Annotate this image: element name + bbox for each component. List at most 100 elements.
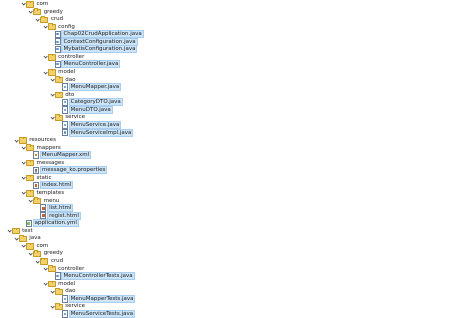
tree-file[interactable]: index.html [28, 181, 74, 190]
tree-item-label: com [36, 242, 49, 249]
tree-file[interactable]: MenuMapper.java [57, 83, 122, 92]
tree-item-label: dao [65, 76, 76, 83]
folder-icon [18, 136, 27, 144]
folder-icon [47, 280, 56, 288]
tree-item-label: menu [43, 197, 60, 204]
tree-file[interactable]: application.yml [21, 219, 79, 228]
folder-icon [11, 227, 20, 235]
tree-file[interactable]: MenuServiceImpl.java [57, 128, 134, 137]
tree-folder[interactable]: com [21, 0, 49, 8]
tree-folder[interactable]: dao [50, 287, 77, 295]
tree-folder[interactable]: controller [43, 265, 86, 273]
tree-folder[interactable]: greedy [28, 250, 64, 258]
tree-folder[interactable]: messages [21, 159, 65, 167]
expand-toggle-icon[interactable] [14, 235, 19, 242]
tree-folder[interactable]: crud [35, 257, 64, 265]
tree-file[interactable]: Chap02CrudApplication.java [50, 30, 144, 39]
tree-item-label: list.html [47, 204, 74, 213]
tree-folder[interactable]: static [21, 174, 53, 182]
tree-folder[interactable]: dao [50, 76, 77, 84]
java-file-icon [61, 128, 69, 137]
tree-item-label: controller [58, 53, 85, 60]
tree-file[interactable]: MenuMapperTests.java [57, 294, 136, 303]
tree-folder[interactable]: service [50, 114, 86, 122]
tree-file[interactable]: ContextConfiguration.java [50, 37, 138, 46]
tree-item-label: MenuDTO.java [68, 105, 113, 114]
expand-toggle-icon[interactable] [50, 76, 55, 83]
tree-folder[interactable]: dto [50, 91, 76, 99]
folder-icon [25, 242, 34, 250]
tree-folder[interactable]: com [21, 242, 49, 250]
tree-folder[interactable]: model [43, 68, 77, 76]
expand-toggle-icon[interactable] [43, 280, 48, 287]
expand-toggle-icon[interactable] [43, 23, 48, 30]
tree-folder[interactable]: controller [43, 53, 86, 61]
folder-icon [54, 114, 63, 121]
expand-toggle-icon[interactable] [50, 114, 55, 121]
folder-icon [40, 257, 49, 265]
expand-toggle-icon[interactable] [43, 53, 48, 60]
expand-toggle-icon[interactable] [50, 91, 55, 98]
tree-folder[interactable]: templates [21, 189, 65, 197]
tree-folder[interactable]: test [7, 227, 34, 235]
folder-icon [47, 53, 56, 61]
tree-folder[interactable]: model [43, 280, 77, 288]
tree-file[interactable]: MenuControllerTests.java [50, 272, 135, 281]
java-file-icon [54, 45, 61, 54]
java-file-icon [54, 38, 61, 46]
tree-item-label: MenuControllerTests.java [61, 272, 135, 281]
tree-folder[interactable]: config [43, 23, 76, 31]
tree-file[interactable]: MenuDTO.java [57, 105, 113, 114]
java-file-icon [61, 121, 69, 129]
tree-file[interactable]: MenuController.java [50, 60, 121, 69]
tree-file[interactable]: list.html [35, 204, 74, 213]
tree-folder[interactable]: crud [35, 15, 64, 23]
folder-icon [33, 197, 42, 205]
tree-item-label: crud [50, 16, 64, 23]
folder-icon [25, 144, 34, 152]
tree-item-label: MenuServiceTests.java [68, 309, 136, 318]
folder-icon [47, 23, 56, 31]
tree-item-label: MenuMapper.java [68, 83, 122, 92]
properties-file-icon [33, 166, 40, 174]
folder-icon [54, 76, 63, 84]
tree-folder[interactable]: java [14, 235, 42, 243]
tree-file[interactable]: MenuServiceTests.java [57, 309, 136, 318]
expand-toggle-icon[interactable] [43, 69, 48, 76]
tree-file[interactable]: regist.html [35, 211, 81, 220]
expand-toggle-icon[interactable] [43, 265, 48, 272]
tree-file[interactable]: MenuMapper.xml [28, 151, 92, 160]
expand-toggle-icon[interactable] [7, 227, 12, 234]
expand-toggle-icon[interactable] [50, 303, 55, 310]
xml-file-icon [33, 151, 40, 159]
tree-folder[interactable]: mappers [21, 144, 62, 152]
folder-icon [25, 0, 34, 8]
java-file-icon [54, 272, 61, 280]
folder-icon [40, 15, 49, 23]
java-file-icon [61, 310, 69, 318]
tree-folder[interactable]: resources [14, 136, 57, 144]
tree-file[interactable]: CategoryDTO.java [57, 98, 123, 107]
yaml-file-icon [25, 219, 33, 227]
html-file-icon [40, 204, 47, 212]
tree-folder[interactable]: service [50, 303, 86, 311]
expand-toggle-icon[interactable] [14, 137, 19, 144]
tree-file[interactable]: MybatisConfiguration.java [50, 45, 138, 54]
tree-folder[interactable]: greedy [28, 8, 64, 16]
tree-item-label: com [36, 0, 49, 7]
expand-toggle-icon[interactable] [50, 288, 55, 295]
folder-icon [54, 91, 63, 99]
tree-item-label: service [65, 303, 85, 310]
tree-item-label: ContextConfiguration.java [61, 37, 138, 46]
tree-item-label: test [22, 227, 33, 234]
folder-icon [54, 288, 63, 295]
folder-icon [47, 68, 56, 76]
tree-folder[interactable]: menu [28, 197, 60, 205]
tree-item-label: crud [50, 258, 64, 265]
tree-file[interactable]: message_ko.properties [28, 166, 108, 175]
java-file-icon [61, 106, 69, 114]
tree-item-label: messages [36, 159, 65, 166]
tree-file[interactable]: MenuService.java [57, 120, 122, 129]
tree-item-label: MenuMapperTests.java [68, 294, 136, 303]
tree-item-label: MybatisConfiguration.java [61, 45, 138, 54]
